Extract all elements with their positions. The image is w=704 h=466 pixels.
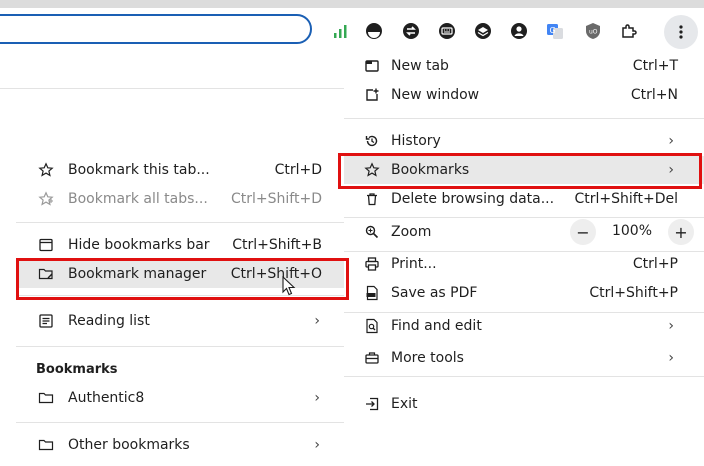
layers-icon[interactable]: [473, 21, 493, 41]
svg-text:uO: uO: [589, 29, 598, 36]
menu-item-find-and-edit[interactable]: Find and edit ›: [344, 312, 704, 340]
pdf-file-icon: [364, 285, 380, 301]
window-top-strip: [0, 0, 704, 8]
trash-icon: [364, 191, 380, 207]
svg-text:G: G: [550, 26, 556, 35]
menu-item-save-as-pdf[interactable]: Save as PDF Ctrl+Shift+P: [344, 279, 704, 307]
kebab-menu-icon: [679, 25, 683, 39]
browser-menu-button[interactable]: [664, 15, 698, 49]
zoom-magnifier-icon: [364, 224, 380, 240]
submenu-item-hide-bookmarks-bar[interactable]: Hide bookmarks bar Ctrl+Shift+B: [16, 231, 344, 259]
submenu-chevron-icon: ›: [668, 350, 674, 366]
signal-bars-icon[interactable]: [330, 21, 350, 41]
menu-item-new-window[interactable]: New window Ctrl+N: [344, 81, 704, 109]
submenu-chevron-icon: ›: [314, 313, 320, 329]
menu-item-delete-browsing-data[interactable]: Delete browsing data... Ctrl+Shift+Del: [344, 185, 704, 213]
menu-item-new-tab[interactable]: New tab Ctrl+T: [344, 52, 704, 80]
bookmarks-section-heading: Bookmarks: [36, 362, 118, 377]
reading-list-icon: [38, 313, 54, 329]
submenu-item-folder[interactable]: Other bookmarks ›: [16, 431, 344, 459]
submenu-chevron-icon: ›: [668, 318, 674, 334]
shield-extension-icon[interactable]: uO: [583, 21, 603, 41]
keyboard-icon[interactable]: [437, 21, 457, 41]
bookmarks-submenu: Bookmark this tab... Ctrl+D Bookmark all…: [16, 150, 344, 466]
star-icon: [38, 162, 54, 178]
browser-main-menu: New tab Ctrl+T New window Ctrl+N History…: [344, 50, 704, 466]
new-tab-icon: [364, 58, 380, 74]
menu-item-print[interactable]: Print... Ctrl+P: [344, 250, 704, 278]
menu-item-exit[interactable]: Exit: [344, 390, 704, 418]
zoom-out-button[interactable]: −: [570, 219, 596, 245]
extensions-puzzle-icon[interactable]: [619, 21, 639, 41]
menu-item-more-tools[interactable]: More tools ›: [344, 344, 704, 372]
submenu-separator: [16, 422, 344, 423]
bookmark-manager-highlight-box: [16, 258, 349, 300]
submenu-separator: [16, 222, 344, 223]
menu-separator: [344, 376, 704, 377]
new-window-icon: [364, 87, 380, 103]
zoom-level: 100%: [611, 223, 653, 239]
address-bar[interactable]: [0, 14, 312, 44]
bookmarks-bar-icon: [38, 237, 54, 253]
folder-icon: [38, 437, 54, 453]
submenu-chevron-icon: ›: [314, 437, 320, 453]
star-multiple-icon: [38, 191, 54, 207]
submenu-item-bookmark-this-tab[interactable]: Bookmark this tab... Ctrl+D: [16, 156, 344, 184]
bookmarks-highlight-box: [338, 153, 702, 189]
find-page-icon: [364, 318, 380, 334]
mouse-cursor-icon: [282, 276, 296, 296]
submenu-chevron-icon: ›: [314, 390, 320, 406]
zoom-in-button[interactable]: +: [668, 219, 694, 245]
submenu-separator: [16, 346, 344, 347]
folder-icon: [38, 390, 54, 406]
toolbar-divider: [0, 88, 344, 89]
menu-item-history[interactable]: History ›: [344, 127, 704, 155]
half-circle-extension-icon[interactable]: [364, 21, 384, 41]
printer-icon: [364, 256, 380, 272]
submenu-item-reading-list[interactable]: Reading list ›: [16, 307, 344, 335]
submenu-chevron-icon: ›: [668, 133, 674, 149]
toolbox-icon: [364, 350, 380, 366]
google-translate-icon[interactable]: G: [545, 21, 565, 41]
menu-item-zoom: Zoom − 100% +: [344, 218, 704, 246]
profile-icon[interactable]: [509, 21, 529, 41]
zoom-control: − 100% +: [570, 218, 694, 246]
browser-toolbar: G uO: [0, 8, 704, 54]
submenu-item-folder[interactable]: Authentic8 ›: [16, 384, 344, 412]
menu-separator: [344, 118, 704, 119]
submenu-item-bookmark-all-tabs[interactable]: Bookmark all tabs... Ctrl+Shift+D: [16, 185, 344, 213]
exit-icon: [364, 396, 380, 412]
sync-arrows-icon[interactable]: [401, 21, 421, 41]
history-icon: [364, 133, 380, 149]
